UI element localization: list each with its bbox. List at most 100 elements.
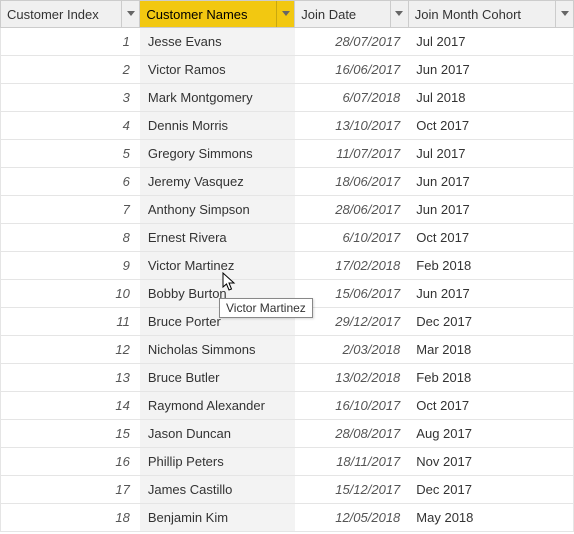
cell-join-cohort[interactable]: Jun 2017 xyxy=(408,168,573,196)
column-filter-dropdown[interactable] xyxy=(276,1,294,27)
cell-customer-name[interactable]: Gregory Simmons xyxy=(140,140,295,168)
column-header-cohort[interactable]: Join Month Cohort xyxy=(408,1,573,28)
cell-join-date[interactable]: 28/08/2017 xyxy=(295,420,409,448)
cell-customer-name[interactable]: Jeremy Vasquez xyxy=(140,168,295,196)
cell-join-cohort[interactable]: Oct 2017 xyxy=(408,392,573,420)
table-row[interactable]: 5Gregory Simmons11/07/2017Jul 2017 xyxy=(1,140,574,168)
cell-join-cohort[interactable]: Feb 2018 xyxy=(408,364,573,392)
cell-join-cohort[interactable]: Jun 2017 xyxy=(408,196,573,224)
cell-customer-index[interactable]: 11 xyxy=(1,308,140,336)
cell-customer-name[interactable]: Nicholas Simmons xyxy=(140,336,295,364)
cell-customer-name[interactable]: Mark Montgomery xyxy=(140,84,295,112)
cell-join-cohort[interactable]: Oct 2017 xyxy=(408,112,573,140)
cell-customer-name[interactable]: Victor Ramos xyxy=(140,56,295,84)
cell-customer-index[interactable]: 8 xyxy=(1,224,140,252)
cell-join-date[interactable]: 11/07/2017 xyxy=(295,140,409,168)
table-row[interactable]: 1Jesse Evans28/07/2017Jul 2017 xyxy=(1,28,574,56)
cell-customer-index[interactable]: 13 xyxy=(1,364,140,392)
cell-join-date[interactable]: 13/10/2017 xyxy=(295,112,409,140)
table-row[interactable]: 7Anthony Simpson28/06/2017Jun 2017 xyxy=(1,196,574,224)
cell-join-cohort[interactable]: Aug 2017 xyxy=(408,420,573,448)
column-filter-dropdown[interactable] xyxy=(390,1,408,27)
cell-join-date[interactable]: 28/07/2017 xyxy=(295,28,409,56)
cell-join-cohort[interactable]: Jun 2017 xyxy=(408,280,573,308)
cell-customer-index[interactable]: 10 xyxy=(1,280,140,308)
table-row[interactable]: 16Phillip Peters18/11/2017Nov 2017 xyxy=(1,448,574,476)
chevron-down-icon xyxy=(395,11,403,17)
cell-customer-name[interactable]: Raymond Alexander xyxy=(140,392,295,420)
cell-join-cohort[interactable]: Jun 2017 xyxy=(408,56,573,84)
cell-customer-name[interactable]: Ernest Rivera xyxy=(140,224,295,252)
table-row[interactable]: 17James Castillo15/12/2017Dec 2017 xyxy=(1,476,574,504)
cell-join-cohort[interactable]: Nov 2017 xyxy=(408,448,573,476)
cell-join-date[interactable]: 13/02/2018 xyxy=(295,364,409,392)
cell-join-date[interactable]: 15/12/2017 xyxy=(295,476,409,504)
cell-customer-name[interactable]: James Castillo xyxy=(140,476,295,504)
cell-join-cohort[interactable]: Jul 2018 xyxy=(408,84,573,112)
cell-customer-index[interactable]: 4 xyxy=(1,112,140,140)
cell-customer-name[interactable]: Victor Martinez xyxy=(140,252,295,280)
cell-join-date[interactable]: 16/06/2017 xyxy=(295,56,409,84)
table-row[interactable]: 3Mark Montgomery6/07/2018Jul 2018 xyxy=(1,84,574,112)
cell-join-date[interactable]: 17/02/2018 xyxy=(295,252,409,280)
table-row[interactable]: 2Victor Ramos16/06/2017Jun 2017 xyxy=(1,56,574,84)
cell-join-date[interactable]: 28/06/2017 xyxy=(295,196,409,224)
column-header-label: Join Date xyxy=(295,1,390,27)
cell-customer-name[interactable]: Benjamin Kim xyxy=(140,504,295,532)
cell-customer-name[interactable]: Phillip Peters xyxy=(140,448,295,476)
cell-customer-name[interactable]: Jesse Evans xyxy=(140,28,295,56)
cell-customer-index[interactable]: 6 xyxy=(1,168,140,196)
column-filter-dropdown[interactable] xyxy=(121,1,139,27)
column-header-index[interactable]: Customer Index xyxy=(1,1,140,28)
cell-join-date[interactable]: 6/07/2018 xyxy=(295,84,409,112)
table-row[interactable]: 6Jeremy Vasquez18/06/2017Jun 2017 xyxy=(1,168,574,196)
cell-join-cohort[interactable]: Dec 2017 xyxy=(408,308,573,336)
cell-customer-name[interactable]: Jason Duncan xyxy=(140,420,295,448)
cell-customer-index[interactable]: 16 xyxy=(1,448,140,476)
chevron-down-icon xyxy=(282,11,290,17)
cell-join-cohort[interactable]: Jul 2017 xyxy=(408,140,573,168)
column-header-date[interactable]: Join Date xyxy=(295,1,409,28)
cell-customer-index[interactable]: 3 xyxy=(1,84,140,112)
cell-customer-name[interactable]: Anthony Simpson xyxy=(140,196,295,224)
cell-customer-index[interactable]: 7 xyxy=(1,196,140,224)
cell-join-date[interactable]: 6/10/2017 xyxy=(295,224,409,252)
cell-customer-name[interactable]: Dennis Morris xyxy=(140,112,295,140)
cell-join-cohort[interactable]: Mar 2018 xyxy=(408,336,573,364)
cell-join-date[interactable]: 18/11/2017 xyxy=(295,448,409,476)
cell-join-cohort[interactable]: Oct 2017 xyxy=(408,224,573,252)
data-table[interactable]: Customer IndexCustomer Names Join Date Joi… xyxy=(0,0,574,532)
cell-customer-name[interactable]: Bruce Butler xyxy=(140,364,295,392)
column-filter-dropdown[interactable] xyxy=(555,1,573,27)
cell-customer-index[interactable]: 9 xyxy=(1,252,140,280)
cell-customer-index[interactable]: 5 xyxy=(1,140,140,168)
cell-customer-index[interactable]: 2 xyxy=(1,56,140,84)
table-row[interactable]: 9Victor Martinez17/02/2018Feb 2018 xyxy=(1,252,574,280)
cell-join-date[interactable]: 2/03/2018 xyxy=(295,336,409,364)
cell-customer-index[interactable]: 14 xyxy=(1,392,140,420)
table-row[interactable]: 8Ernest Rivera6/10/2017Oct 2017 xyxy=(1,224,574,252)
cell-customer-index[interactable]: 12 xyxy=(1,336,140,364)
hover-tooltip: Victor Martinez xyxy=(219,298,313,318)
cell-join-date[interactable]: 12/05/2018 xyxy=(295,504,409,532)
table-row[interactable]: 4Dennis Morris13/10/2017Oct 2017 xyxy=(1,112,574,140)
table-row[interactable]: 15Jason Duncan28/08/2017Aug 2017 xyxy=(1,420,574,448)
chevron-down-icon xyxy=(127,11,135,17)
cell-join-cohort[interactable]: Jul 2017 xyxy=(408,28,573,56)
cell-join-cohort[interactable]: Feb 2018 xyxy=(408,252,573,280)
column-header-label: Join Month Cohort xyxy=(409,1,555,27)
cell-customer-index[interactable]: 1 xyxy=(1,28,140,56)
table-row[interactable]: 12Nicholas Simmons2/03/2018Mar 2018 xyxy=(1,336,574,364)
cell-customer-index[interactable]: 17 xyxy=(1,476,140,504)
cell-customer-index[interactable]: 15 xyxy=(1,420,140,448)
cell-join-date[interactable]: 16/10/2017 xyxy=(295,392,409,420)
table-row[interactable]: 18Benjamin Kim12/05/2018May 2018 xyxy=(1,504,574,532)
table-row[interactable]: 13Bruce Butler13/02/2018Feb 2018 xyxy=(1,364,574,392)
cell-join-date[interactable]: 18/06/2017 xyxy=(295,168,409,196)
table-row[interactable]: 14Raymond Alexander16/10/2017Oct 2017 xyxy=(1,392,574,420)
column-header-name[interactable]: Customer Names xyxy=(140,1,295,28)
cell-join-cohort[interactable]: Dec 2017 xyxy=(408,476,573,504)
cell-customer-index[interactable]: 18 xyxy=(1,504,140,532)
cell-join-cohort[interactable]: May 2018 xyxy=(408,504,573,532)
column-header-label: Customer Names xyxy=(140,1,276,27)
